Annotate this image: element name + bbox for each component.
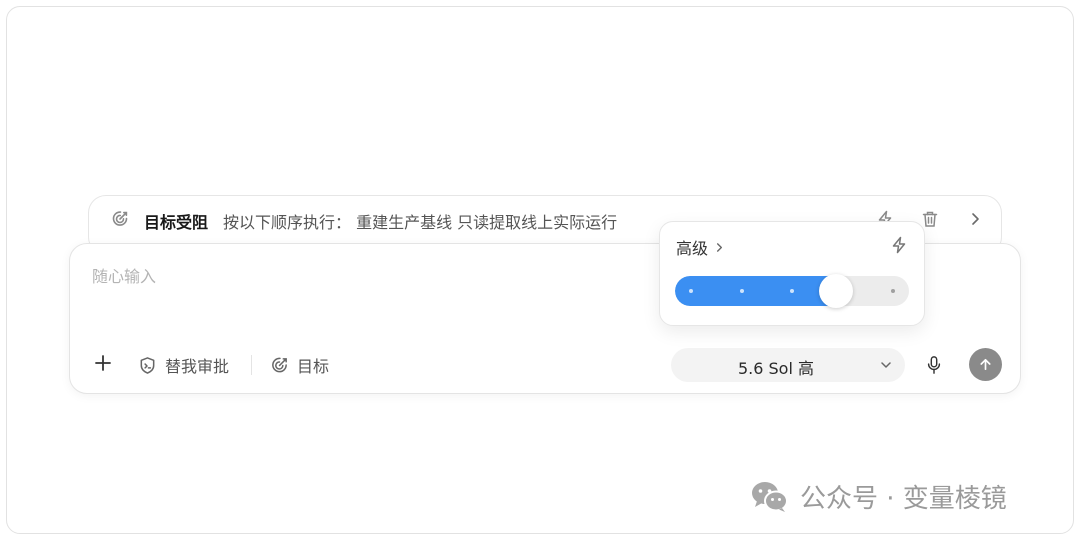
plus-icon [95,355,111,371]
add-button[interactable] [92,352,114,374]
arrow-up-icon [980,358,991,371]
slider-step-dot [790,289,794,293]
goal-label: 目标 [297,357,330,376]
reasoning-slider[interactable] [675,276,909,306]
chevron-down-icon [881,362,891,368]
target-icon [272,357,287,372]
chevron-right-icon[interactable] [965,209,985,229]
watermark-text: 公众号 · 变量棱镜 [800,484,1007,514]
microphone-icon [927,356,941,374]
goal-button[interactable]: 目标 [270,353,329,377]
model-select[interactable]: 5.6 Sol 高 [671,348,905,382]
slider-fill [675,276,837,306]
microphone-button[interactable] [923,353,945,377]
message-input[interactable] [92,263,652,289]
popover-title: 高级 [676,239,709,258]
shield-icon [140,356,155,374]
approve-for-me-button[interactable]: 替我审批 [138,353,229,377]
goal-description: 按以下顺序执行： 重建生产基线 只读提取线上实际运行 [223,213,618,232]
slider-step-dot [891,289,895,293]
wechat-icon [752,481,788,512]
watermark: 公众号 · 变量棱镜 [750,478,1007,515]
chevron-right-icon [716,242,723,252]
slider-step-dot [739,289,744,293]
goal-status-title: 目标受阻 [144,213,209,232]
approve-label: 替我审批 [165,357,230,376]
slider-step-dot [689,289,693,293]
trash-icon[interactable] [920,209,940,229]
lightning-icon[interactable] [890,236,908,254]
model-label: 5.6 Sol 高 [737,359,814,378]
advanced-link[interactable]: 高级 [676,235,725,259]
reasoning-popover: 高级 [659,221,925,326]
send-button[interactable] [969,348,1002,381]
target-icon [111,210,129,228]
toolbar-divider [251,355,252,375]
